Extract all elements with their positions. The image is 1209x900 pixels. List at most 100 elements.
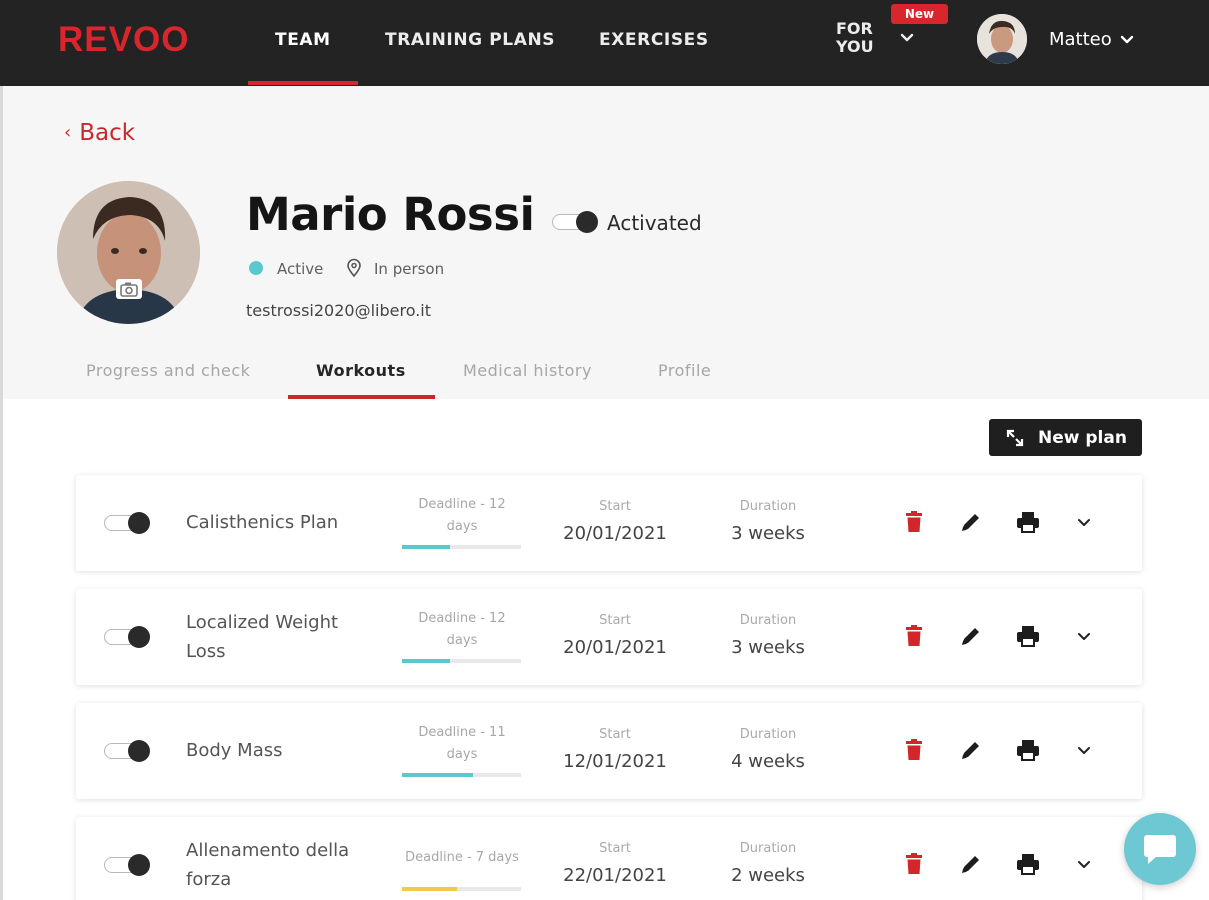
activation-label: Activated [607, 211, 702, 235]
profile-photo [57, 181, 200, 324]
back-link[interactable]: ‹ Back [64, 120, 135, 146]
nav-exercises[interactable]: EXERCISES [599, 30, 709, 50]
plan-row: Calisthenics Plan Deadline - 12 days Sta… [76, 475, 1142, 571]
plan-toggle[interactable] [104, 740, 150, 762]
plan-start-date: 12/01/2021 [563, 751, 667, 772]
progress-fill [402, 659, 450, 663]
pencil-icon[interactable] [960, 739, 982, 761]
back-label: Back [79, 120, 136, 146]
start-label: Start [599, 613, 631, 628]
plan-duration: 3 weeks [731, 523, 805, 544]
plan-name-line1: Calisthenics Plan [186, 512, 339, 533]
trash-icon[interactable] [904, 853, 924, 875]
pencil-icon[interactable] [960, 853, 982, 875]
deadline-line2: days [446, 519, 478, 534]
start-label: Start [599, 499, 631, 514]
plan-start-date: 20/01/2021 [563, 637, 667, 658]
camera-icon[interactable] [116, 279, 142, 299]
deadline-line2: days [446, 633, 478, 648]
plan-start-date: 22/01/2021 [563, 865, 667, 886]
plan-name[interactable]: Body Mass [186, 736, 376, 765]
deadline-line1: Deadline - 12 [418, 611, 506, 626]
tab-workouts[interactable]: Workouts [316, 361, 406, 380]
deadline-line2: days [446, 747, 478, 762]
activation-toggle[interactable] [552, 211, 598, 233]
plan-deadline: Deadline - 7 days [402, 847, 522, 869]
plan-toggle[interactable] [104, 626, 150, 648]
nav-team[interactable]: TEAM [275, 30, 331, 50]
trash-icon[interactable] [904, 511, 924, 533]
duration-label: Duration [739, 613, 797, 628]
printer-icon[interactable] [1016, 625, 1040, 647]
plan-row: Allenamento della forza Deadline - 7 day… [76, 817, 1142, 900]
nav-for-you-line1: FOR [836, 19, 873, 38]
nav-active-indicator [248, 81, 358, 85]
trash-icon[interactable] [904, 739, 924, 761]
location-pin-icon [347, 258, 361, 278]
location-text: In person [374, 260, 445, 278]
printer-icon[interactable] [1016, 511, 1040, 533]
progress-fill [402, 545, 450, 549]
toggle-knob [128, 626, 150, 648]
profile-name: Mario Rossi [246, 188, 535, 241]
profile-email: testrossi2020@libero.it [246, 301, 432, 320]
expand-arrows-icon [1006, 429, 1024, 447]
chat-button[interactable] [1124, 813, 1196, 885]
pencil-icon[interactable] [960, 511, 982, 533]
chevron-down-icon[interactable] [1118, 31, 1136, 49]
new-plan-button[interactable]: New plan [989, 419, 1142, 456]
duration-label: Duration [739, 499, 797, 514]
chevron-down-icon[interactable] [1075, 513, 1093, 531]
plan-name-line2: Loss [186, 641, 226, 662]
chevron-down-icon[interactable] [898, 29, 916, 47]
plan-name[interactable]: Localized Weight Loss [186, 608, 376, 666]
new-plan-label: New plan [1038, 428, 1127, 448]
deadline-line1: Deadline - 12 [418, 497, 506, 512]
tab-profile[interactable]: Profile [658, 361, 711, 380]
tab-progress-and-check[interactable]: Progress and check [86, 361, 250, 380]
user-avatar[interactable] [977, 14, 1027, 64]
nav-for-you[interactable]: FOR YOU [836, 20, 876, 56]
printer-icon[interactable] [1016, 739, 1040, 761]
deadline-progress-bar [402, 659, 521, 663]
toggle-knob [128, 512, 150, 534]
brand-logo[interactable]: REVOO [58, 20, 189, 60]
status-dot [249, 261, 263, 275]
chevron-down-icon[interactable] [1075, 855, 1093, 873]
user-menu-name[interactable]: Matteo [1049, 29, 1112, 50]
plan-row: Body Mass Deadline - 11 days Start 12/01… [76, 703, 1142, 799]
plan-duration: 3 weeks [731, 637, 805, 658]
nav-training-plans[interactable]: TRAINING PLANS [385, 30, 555, 50]
chevron-down-icon[interactable] [1075, 627, 1093, 645]
tab-medical-history[interactable]: Medical history [463, 361, 592, 380]
start-label: Start [599, 727, 631, 742]
deadline-progress-bar [402, 887, 521, 891]
plan-row: Localized Weight Loss Deadline - 12 days… [76, 589, 1142, 685]
deadline-progress-bar [402, 545, 521, 549]
progress-fill [402, 887, 457, 891]
top-navbar: REVOO TEAM TRAINING PLANS EXERCISES FOR … [0, 0, 1209, 86]
trash-icon[interactable] [904, 625, 924, 647]
toggle-knob [128, 740, 150, 762]
plan-duration: 2 weeks [731, 865, 805, 886]
start-label: Start [599, 841, 631, 856]
toggle-knob [128, 854, 150, 876]
deadline-line1: Deadline - 7 days [405, 850, 519, 865]
plan-name-line1: Allenamento della [186, 840, 350, 861]
printer-icon[interactable] [1016, 853, 1040, 875]
plan-deadline: Deadline - 12 days [402, 494, 522, 538]
progress-fill [402, 773, 474, 777]
chat-icon [1144, 835, 1176, 864]
chevron-left-icon: ‹ [64, 122, 72, 143]
plan-toggle[interactable] [104, 854, 150, 876]
plan-toggle[interactable] [104, 512, 150, 534]
plan-name[interactable]: Calisthenics Plan [186, 508, 376, 537]
pencil-icon[interactable] [960, 625, 982, 647]
plan-deadline: Deadline - 11 days [402, 722, 522, 766]
plan-name-line1: Body Mass [186, 740, 283, 761]
plan-name-line1: Localized Weight [186, 612, 339, 633]
plan-deadline: Deadline - 12 days [402, 608, 522, 652]
plan-name[interactable]: Allenamento della forza [186, 836, 376, 894]
chevron-down-icon[interactable] [1075, 741, 1093, 759]
duration-label: Duration [739, 841, 797, 856]
